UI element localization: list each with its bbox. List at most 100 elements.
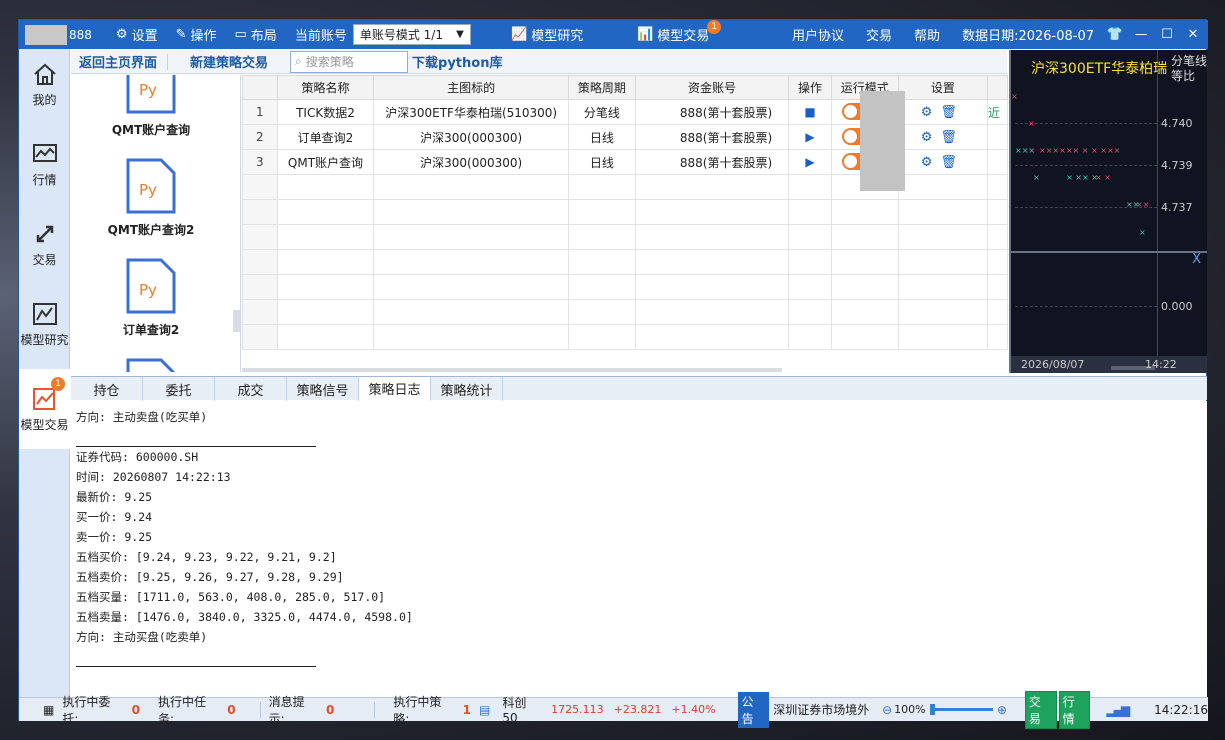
trade-link[interactable]: 交易	[866, 25, 892, 44]
price-tick: 4.739	[1161, 159, 1193, 172]
account-cell: 888(第十套股票)	[634, 99, 790, 125]
col-header-period[interactable]: 策略周期	[568, 75, 636, 100]
log-line: 五档买价: [9.24, 9.23, 9.22, 9.21, 9.2]	[76, 550, 337, 564]
row-number: 1	[242, 99, 278, 125]
nav-item-trade[interactable]: 交易	[19, 209, 70, 279]
current-account-label: 当前账号	[295, 25, 347, 44]
col-header-name[interactable]: 策略名称	[276, 75, 375, 100]
strategy-toolbar: 返回主页界面 新建策略交易 ⌕ 搜索策略 下载python库	[71, 50, 1007, 74]
trash-icon[interactable]: 🗑	[940, 130, 965, 145]
python-file-icon: Py	[126, 158, 176, 214]
gear-icon: ⚙	[115, 27, 128, 42]
trash-icon[interactable]: 🗑	[940, 155, 965, 170]
zoom-slider-knob[interactable]	[929, 704, 935, 715]
nav-item-model-research[interactable]: 模型研究	[19, 289, 70, 359]
settings-menu[interactable]: ⚙ 设置	[116, 25, 158, 44]
search-input[interactable]: ⌕ 搜索策略	[290, 50, 409, 73]
svg-text:Py: Py	[139, 81, 157, 99]
notice-ticker[interactable]: 深圳证券市场境外	[773, 701, 872, 718]
table-horizontal-scrollbar[interactable]	[242, 368, 782, 372]
strategy-file-item[interactable]: Py QMT账户查询2	[71, 157, 231, 238]
strategy-monitor-icon[interactable]: ▤	[479, 703, 490, 717]
tab-strategy-stats[interactable]: 策略统计	[431, 377, 503, 401]
market-button[interactable]: 行情	[1058, 690, 1091, 729]
skin-icon[interactable]: 👕	[1104, 27, 1126, 42]
back-home-button[interactable]: 返回主页界面	[79, 52, 157, 71]
run-button[interactable]: ▶	[788, 124, 832, 150]
gear-icon[interactable]: ⚙	[921, 130, 941, 145]
file-list-scrollbar[interactable]	[233, 310, 240, 332]
clock: 14:22:16	[1154, 702, 1208, 717]
nav-item-mine[interactable]: 我的	[19, 49, 70, 119]
empty-row	[242, 324, 1008, 350]
python-file-icon: Py	[126, 258, 176, 314]
tab-positions[interactable]: 持仓	[71, 377, 143, 401]
model-research-menu[interactable]: 📈 模型研究	[511, 25, 583, 44]
download-python-lib-link[interactable]: 下载python库	[412, 52, 502, 71]
chart-title: 沪深300ETF华泰柏瑞	[1031, 61, 1168, 77]
sub-chart-value: 0.000	[1161, 300, 1193, 313]
account-cell: 888(第十套股票)	[634, 124, 790, 150]
log-line: 方向: 主动卖盘(吃买单)	[76, 410, 208, 424]
masked-account-logo	[25, 24, 67, 45]
price-axis-line	[1157, 50, 1158, 360]
layout-label: 布局	[250, 29, 277, 44]
close-icon[interactable]: ✕	[1182, 27, 1204, 42]
maximize-icon[interactable]: ☐	[1156, 27, 1178, 42]
col-header-op[interactable]: 操作	[788, 75, 832, 100]
toggle-knob	[843, 155, 857, 168]
settings-cell: ⚙🗑	[897, 124, 989, 150]
zoom-out-icon[interactable]: ⊖	[882, 703, 892, 717]
close-subchart-icon[interactable]: X	[1192, 252, 1201, 267]
run-button[interactable]: ▶	[788, 149, 832, 175]
strategy-file-list: Py QMT账户查询 Py QMT账户查询2 Py 订单查询2	[71, 75, 241, 372]
log-line: 买一价: 9.24	[76, 510, 153, 524]
extra-cell	[987, 124, 1008, 150]
col-header-extra	[987, 75, 1008, 100]
user-agreement-link[interactable]: 用户协议	[792, 25, 844, 44]
account-mode-select[interactable]: 单账号模式 1/1 ▼	[352, 24, 471, 45]
trash-icon[interactable]: 🗑	[940, 105, 965, 120]
strategy-file-item[interactable]: Py 订单查询2	[71, 257, 231, 338]
gear-icon[interactable]: ⚙	[921, 105, 941, 120]
grid-line	[1015, 165, 1157, 166]
toggle-knob	[843, 130, 857, 143]
zoom-slider[interactable]	[929, 704, 993, 715]
nav-item-market[interactable]: 行情	[19, 129, 70, 199]
new-strategy-button[interactable]: 新建策略交易	[190, 52, 268, 71]
strategy-name-cell: QMT账户查询	[276, 149, 375, 175]
sub-chart-divider	[1011, 251, 1207, 253]
tab-orders[interactable]: 委托	[143, 377, 215, 401]
minimize-icon[interactable]: —	[1130, 27, 1152, 42]
tab-strategy-log[interactable]: 策略日志	[359, 377, 431, 401]
tab-deals[interactable]: 成交	[215, 377, 287, 401]
strategy-file-item[interactable]: Py QMT账户查询	[71, 75, 231, 138]
log-line: 五档卖量: [1476.0, 3840.0, 3325.0, 4474.0, 4…	[76, 610, 413, 624]
strategy-table: 策略名称 主图标的 策略周期 资金账号 操作 运行模式 设置 1 TICK数据2…	[242, 75, 1008, 372]
extra-cell	[987, 149, 1008, 175]
strategy-file-item-partial[interactable]	[71, 357, 231, 372]
nav-item-model-trading[interactable]: 模型交易 1	[19, 369, 70, 449]
chart-scale-label: 等比	[1171, 69, 1196, 83]
stop-button[interactable]: ■	[788, 99, 832, 125]
nav-label-model-trading: 模型交易	[20, 417, 69, 432]
gear-icon[interactable]: ⚙	[921, 155, 941, 170]
operate-menu[interactable]: ✎ 操作	[176, 25, 217, 44]
col-header-target[interactable]: 主图标的	[373, 75, 570, 100]
svg-text:Py: Py	[139, 181, 157, 199]
model-trading-menu[interactable]: 📊 模型交易 1	[637, 19, 727, 44]
tab-strategy-signals[interactable]: 策略信号	[287, 377, 359, 401]
svg-text:Py: Py	[139, 281, 157, 299]
chart-time: 14:22	[1145, 358, 1177, 371]
messages-label: 消息提示:	[268, 694, 305, 726]
zoom-in-icon[interactable]: ⊕	[997, 703, 1007, 717]
help-link[interactable]: 帮助	[914, 25, 940, 44]
trade-button[interactable]: 交易	[1024, 690, 1057, 729]
search-placeholder: 搜索策略	[305, 55, 354, 69]
account-tail: 888	[69, 27, 92, 42]
col-header-account[interactable]: 资金账号	[634, 75, 790, 100]
price-tick: 4.740	[1161, 117, 1193, 130]
col-header-settings[interactable]: 设置	[897, 75, 989, 100]
settings-cell: ⚙🗑	[897, 149, 989, 175]
layout-menu[interactable]: ▭ 布局	[235, 25, 277, 44]
